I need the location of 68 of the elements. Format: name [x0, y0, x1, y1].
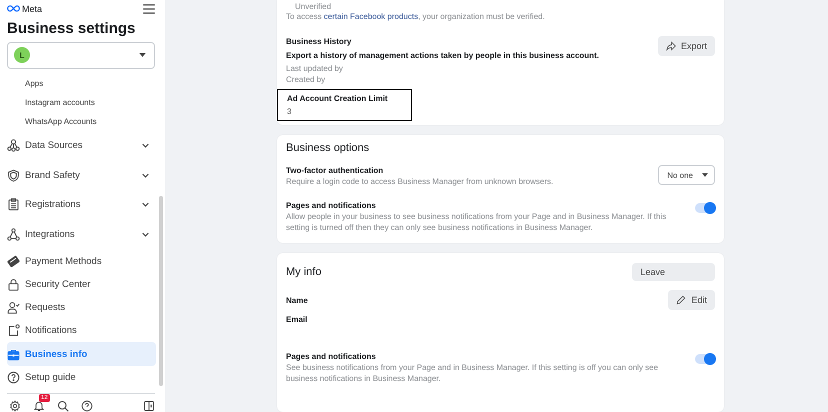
verification-note: To access certain Facebook products, your organization must be verified.: [286, 11, 546, 22]
account-avatar: L: [14, 47, 30, 64]
setting-title: Two-factor authentication: [286, 165, 384, 176]
products-link[interactable]: certain Facebook products: [324, 12, 418, 21]
notifications-icon[interactable]: [33, 400, 45, 412]
toggle-switch[interactable]: [695, 203, 715, 213]
triangle-icon: [7, 228, 20, 242]
share-arrow-icon: [666, 41, 676, 51]
chevron-down-icon[interactable]: [142, 172, 149, 178]
export-button[interactable]: Export: [658, 36, 715, 56]
setting-title: Pages and notifications: [286, 351, 377, 362]
chevron-down-icon[interactable]: [142, 142, 149, 148]
field-label: Email: [286, 314, 308, 325]
sidebar-subitem[interactable]: Apps: [7, 74, 158, 93]
notify-icon: [7, 324, 20, 338]
sidebar-item[interactable]: Notifications: [7, 319, 158, 342]
limit-label: Ad Account Creation Limit: [287, 93, 389, 104]
scrollbar[interactable]: [159, 196, 163, 386]
nodes-icon: [7, 138, 20, 152]
lock-icon: [7, 278, 20, 291]
setting-description: Require a login code to access Business Manager from unknown browsers.: [286, 176, 554, 187]
verification-status: Unverified: [294, 2, 332, 11]
shield-icon: [7, 168, 20, 182]
sidebar-subitem[interactable]: Instagram accounts: [7, 92, 158, 112]
briefcase-icon: [7, 348, 20, 361]
sidebar-item[interactable]: Setup guide: [7, 366, 158, 389]
clipboard-icon: [7, 198, 20, 212]
caret-icon: [702, 173, 708, 177]
two-factor-dropdown[interactable]: No one: [658, 165, 715, 185]
sidebar-subitem[interactable]: WhatsApp Accounts: [7, 112, 158, 131]
sidebar-item[interactable]: Data Sources: [7, 130, 158, 160]
person-icon: [7, 301, 20, 314]
edit-button[interactable]: Edit: [668, 290, 715, 310]
help-icon[interactable]: [81, 400, 93, 412]
account-dropdown[interactable]: L: [7, 42, 155, 69]
card-icon: [7, 254, 20, 268]
toggle-switch[interactable]: [695, 354, 715, 364]
leave-button[interactable]: Leave: [632, 263, 715, 281]
meta-logo: Meta: [7, 4, 42, 14]
chevron-down-icon[interactable]: [142, 202, 149, 208]
sidebar-item[interactable]: Payment Methods: [7, 249, 158, 273]
card-title: My info: [286, 265, 322, 279]
settings-icon[interactable]: [9, 400, 21, 412]
history-detail: Last updated by: [286, 63, 344, 74]
card-title: Business options: [286, 141, 370, 155]
setting-description: Allow people in your business to see business notifications from your Page and in Business Manager. If this setting is turned off then they can only see business notifications in Business Manager.: [286, 211, 668, 233]
page-title: Business settings: [7, 18, 136, 39]
setting-description: See business notifications from your Page and in Business Manager. If this setting is off you can only see business notifications in Business Manager.: [286, 362, 660, 384]
sidebar-item[interactable]: Registrations: [7, 190, 158, 220]
sidebar-item[interactable]: Business info: [7, 342, 156, 366]
section-label: Business History: [286, 36, 352, 47]
search-icon[interactable]: [57, 400, 69, 412]
sidebar-item[interactable]: Brand Safety: [7, 160, 158, 190]
setting-title: Pages and notifications: [286, 200, 377, 211]
chevron-down-icon[interactable]: [142, 232, 149, 238]
history-detail: Created by: [286, 74, 326, 85]
help-icon: [7, 370, 20, 384]
panel-icon[interactable]: [143, 400, 155, 412]
pencil-icon: [676, 295, 686, 305]
infinity-logo-icon: [7, 5, 20, 12]
field-label: Name: [286, 294, 309, 306]
history-description: Export a history of management actions taken by people in this business account.: [286, 50, 600, 61]
caret-icon: [139, 53, 146, 58]
sidebar-item[interactable]: Integrations: [7, 220, 158, 250]
limit-value: 3: [287, 106, 292, 117]
sidebar-item[interactable]: Requests: [7, 296, 158, 320]
sidebar-item[interactable]: Security Center: [7, 272, 158, 296]
menu-icon[interactable]: [143, 4, 155, 14]
